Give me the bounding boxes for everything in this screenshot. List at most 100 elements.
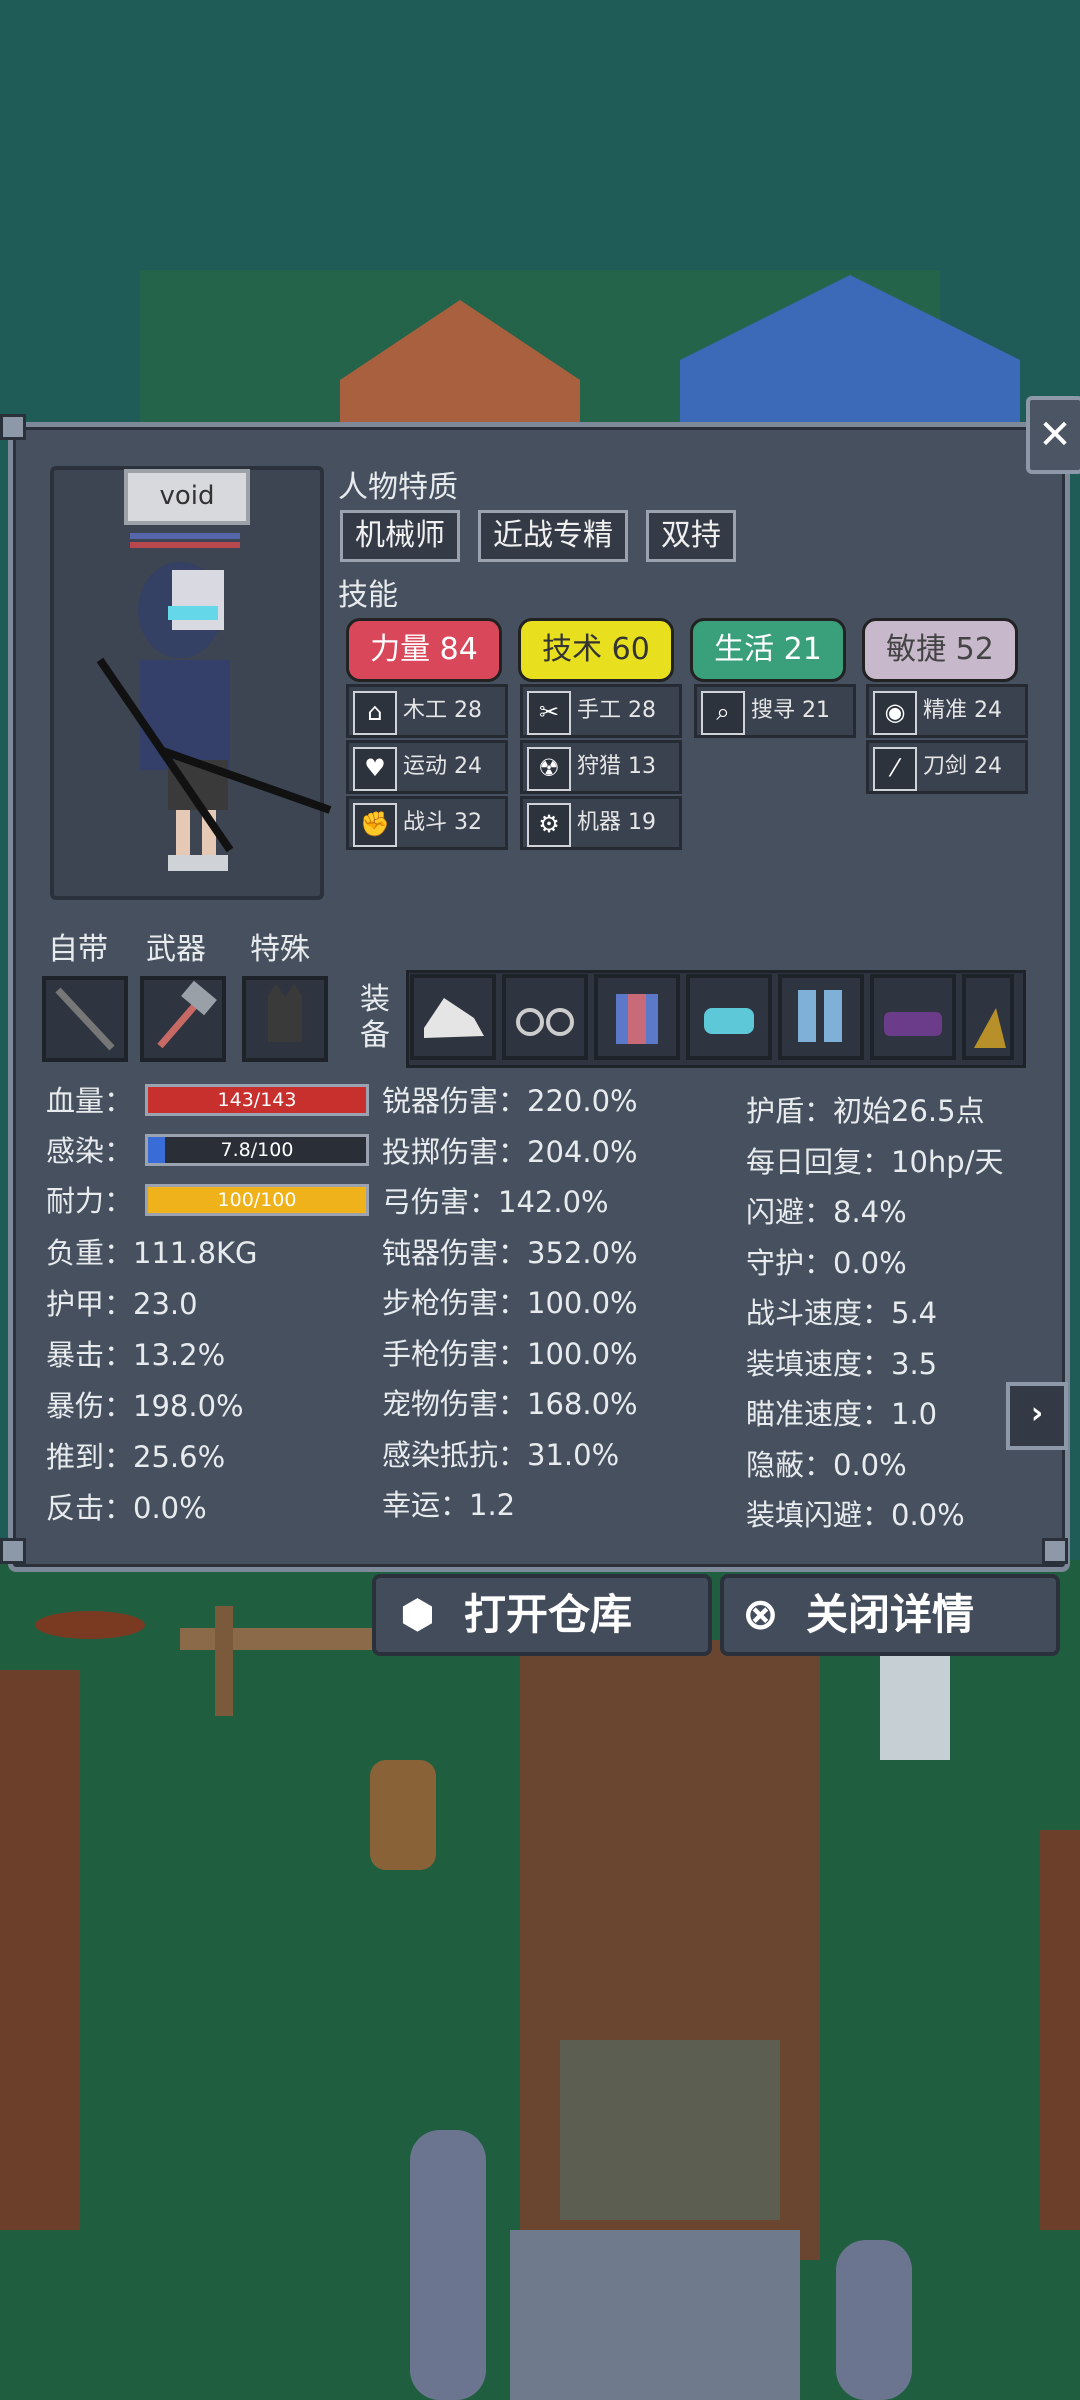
close-details-button[interactable]: ⊗ 关闭详情 — [720, 1574, 1060, 1656]
shoes-icon — [884, 1012, 942, 1036]
eye-icon: ◉ — [873, 691, 917, 735]
attr-strength[interactable]: 力量 84 — [346, 618, 502, 682]
skill-col1-0[interactable]: ⌂ 木工 28 — [346, 684, 508, 738]
skill-col1-1[interactable]: ♥ 运动 24 — [346, 740, 508, 794]
skills-title: 技能 — [338, 578, 398, 613]
slot-label-weapon: 武器 — [146, 932, 206, 967]
attr-agility[interactable]: 敏捷 52 — [862, 618, 1018, 682]
stat-row: 装填速度：3.5 — [746, 1346, 938, 1381]
skill-label: 机器 19 — [577, 810, 656, 835]
close-circle-icon: ⊗ — [742, 1589, 779, 1640]
skill-col2-0[interactable]: ✂ 手工 28 — [520, 684, 682, 738]
special-slot[interactable] — [242, 976, 328, 1062]
skill-label: 运动 24 — [403, 754, 482, 779]
character-sprite — [96, 562, 332, 871]
stat-row: 幸运：1.2 — [382, 1488, 516, 1522]
skill-label: 狩猎 13 — [577, 754, 656, 779]
skill-label: 搜寻 21 — [751, 698, 830, 723]
stat-row: 钝器伤害：352.0% — [382, 1235, 638, 1270]
attr-survival[interactable]: 生活 21 — [690, 618, 846, 682]
stat-row: 闪避：8.4% — [746, 1195, 907, 1229]
character-name: void — [124, 469, 250, 525]
radiation-icon: ☢ — [527, 747, 571, 791]
trait-mechanic[interactable]: 机械师 — [340, 510, 460, 562]
panel-corner — [0, 1538, 26, 1564]
stat-row: 反击：0.0% — [46, 1491, 207, 1525]
stat-row: 感染抵抗：31.0% — [382, 1437, 620, 1472]
armor-icon — [616, 994, 658, 1044]
gear-icon: ⚙ — [527, 803, 571, 847]
stat-bar: 7.8/100 — [145, 1134, 369, 1166]
open-storage-label: 打开仓库 — [464, 1590, 633, 1639]
skill-col2-2[interactable]: ⚙ 机器 19 — [520, 796, 682, 850]
skill-col4-1[interactable]: ⁄ 刀剑 24 — [866, 740, 1028, 794]
stat-row: 瞄准速度：1.0 — [746, 1397, 938, 1431]
scissors-icon: ✂ — [527, 691, 571, 735]
stat-row: 宠物伤害：168.0% — [382, 1387, 638, 1421]
equip-slot-armor[interactable] — [594, 974, 680, 1060]
panel-corner — [1042, 1538, 1068, 1564]
stat-row: 手枪伤害：100.0% — [382, 1336, 638, 1371]
weapon-slot[interactable] — [140, 976, 226, 1062]
trait-dual-wield[interactable]: 双持 — [646, 510, 736, 562]
next-page-button[interactable]: › — [1006, 1382, 1068, 1450]
broom-icon — [974, 1008, 1006, 1048]
glasses-icon — [516, 1008, 574, 1036]
house-icon: ⌂ — [353, 691, 397, 735]
sneaker-icon — [424, 998, 484, 1038]
stat-row: 护盾：初始26.5点 — [746, 1094, 985, 1128]
stat-row: 护甲：23.0 — [46, 1287, 198, 1321]
equip-slot-mask[interactable] — [686, 974, 772, 1060]
sword-icon: ⁄ — [873, 747, 917, 791]
stat-row: 推到：25.6% — [46, 1440, 226, 1474]
stat-bar-label: 耐力： — [46, 1184, 134, 1218]
skill-col4-0[interactable]: ◉ 精准 24 — [866, 684, 1028, 738]
skill-label: 精准 24 — [923, 698, 1002, 723]
stat-row: 守护：0.0% — [746, 1245, 907, 1280]
portrait-health-bars — [130, 533, 240, 555]
equip-slot-shoes[interactable] — [410, 974, 496, 1060]
stat-bar: 100/100 — [145, 1184, 369, 1216]
close-details-label: 关闭详情 — [806, 1590, 975, 1639]
stat-row: 装填闪避：0.0% — [746, 1498, 965, 1532]
heart-icon: ♥ — [353, 747, 397, 791]
stat-row: 隐蔽：0.0% — [746, 1447, 907, 1482]
skill-col3-0[interactable]: ⌕ 搜寻 21 — [694, 684, 856, 738]
staff-icon — [55, 987, 115, 1051]
skill-label: 刀剑 24 — [923, 754, 1002, 779]
close-panel-button[interactable]: ✕ — [1026, 396, 1080, 474]
trait-melee-specialist[interactable]: 近战专精 — [478, 510, 628, 562]
innate-slot[interactable] — [42, 976, 128, 1062]
stat-row: 弓伤害：142.0% — [382, 1185, 609, 1219]
stat-row: 锐器伤害：220.0% — [382, 1084, 638, 1118]
stat-bar-label: 血量： — [46, 1084, 134, 1118]
open-storage-button[interactable]: ⬢ 打开仓库 — [372, 1574, 712, 1656]
hammer-icon — [157, 980, 217, 1049]
equip-slot-extra[interactable] — [962, 974, 1014, 1060]
stat-row: 暴击：13.2% — [46, 1338, 226, 1372]
equipment-label: 装备 — [360, 982, 390, 1053]
panel-corner — [0, 414, 26, 440]
skill-col2-1[interactable]: ☢ 狩猎 13 — [520, 740, 682, 794]
stat-row: 负重：111.8KG — [46, 1236, 258, 1270]
stat-bar: 143/143 — [145, 1084, 369, 1116]
mask-icon — [704, 1008, 754, 1034]
stat-bar-value: 7.8/100 — [220, 1139, 294, 1161]
skill-label: 战斗 32 — [403, 810, 482, 835]
fist-icon: ✊ — [353, 803, 397, 847]
skill-col1-2[interactable]: ✊ 战斗 32 — [346, 796, 508, 850]
traits-title: 人物特质 — [338, 470, 458, 505]
slot-label-innate: 自带 — [48, 932, 108, 967]
stat-row: 每日回复：10hp/天 — [746, 1144, 1004, 1179]
stat-bar-value: 143/143 — [217, 1089, 297, 1111]
equip-slot-boots[interactable] — [778, 974, 864, 1060]
stat-bar-value: 100/100 — [217, 1189, 297, 1211]
stat-bar-label: 感染： — [46, 1134, 134, 1168]
stat-row: 战斗速度：5.4 — [746, 1296, 938, 1330]
attr-technique[interactable]: 技术 60 — [518, 618, 674, 682]
box-icon: ⬢ — [400, 1592, 435, 1638]
equip-slot-footwear[interactable] — [870, 974, 956, 1060]
stat-row: 步枪伤害：100.0% — [382, 1286, 638, 1320]
stat-row: 暴伤：198.0% — [46, 1389, 244, 1423]
equip-slot-glasses[interactable] — [502, 974, 588, 1060]
